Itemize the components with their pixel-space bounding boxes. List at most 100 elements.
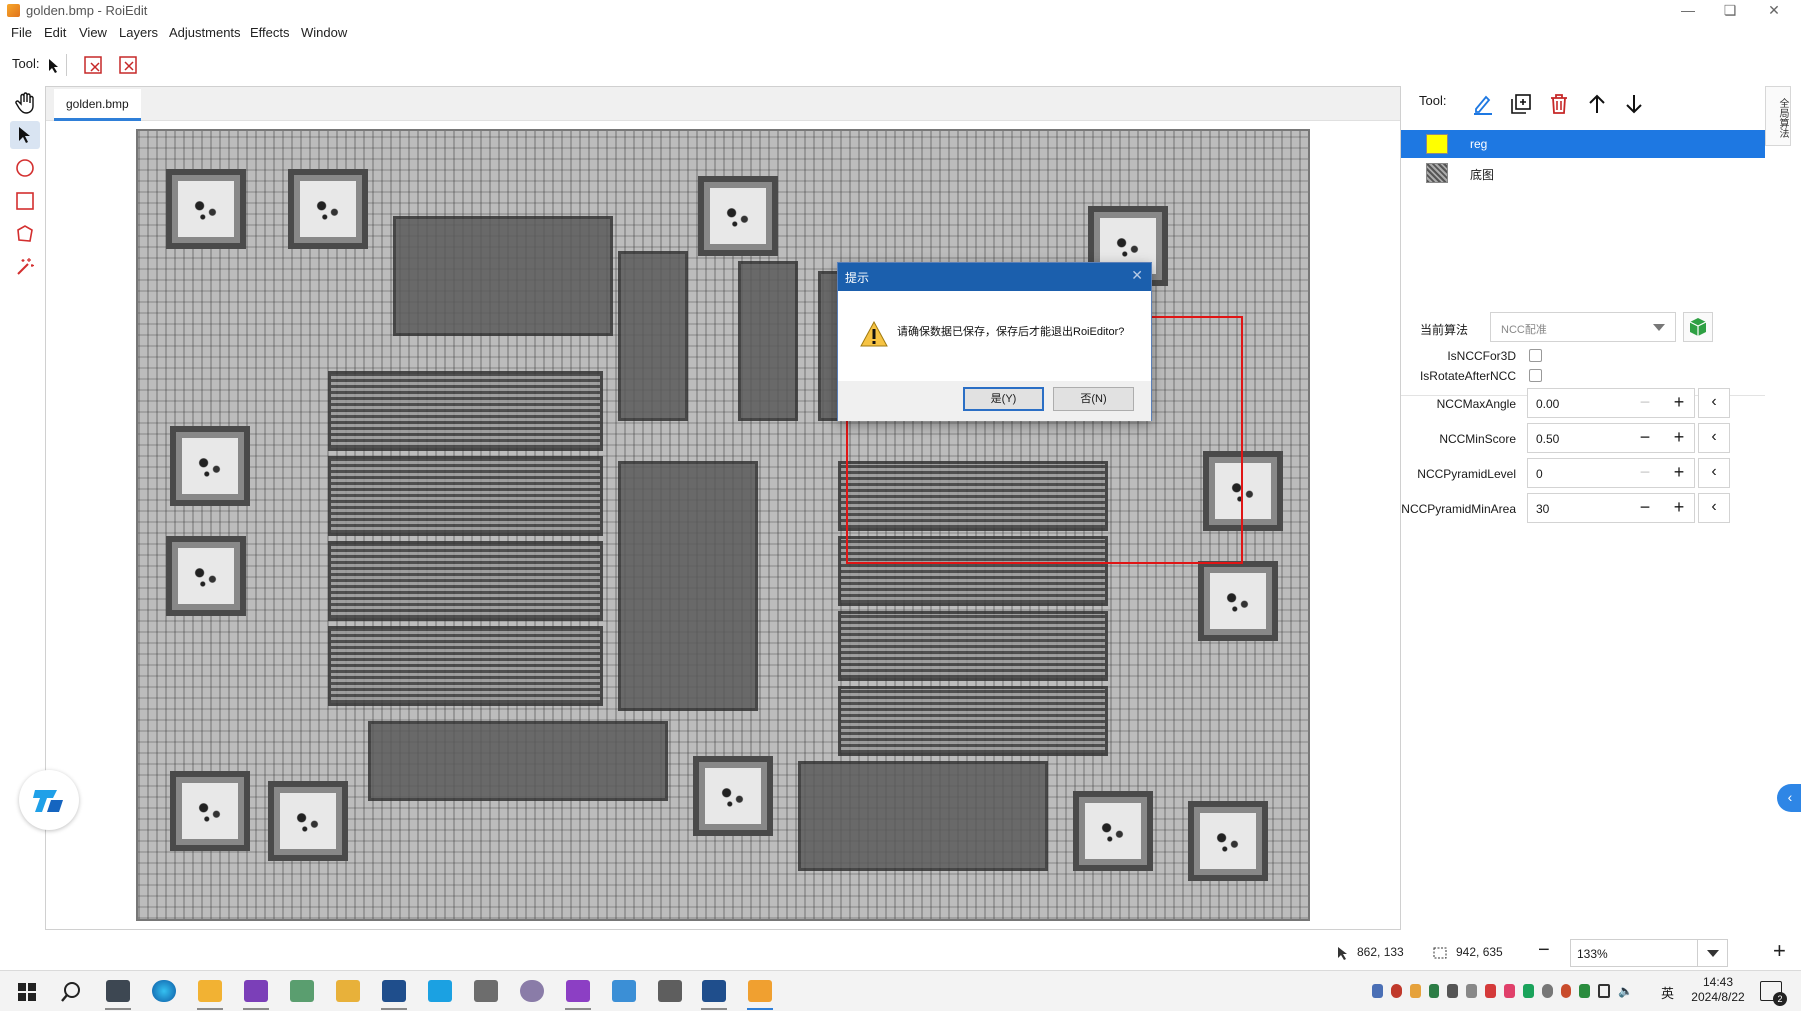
decrement-button[interactable]: −	[1628, 424, 1662, 452]
dialog-close-icon[interactable]: ✕	[1131, 267, 1143, 284]
bond-pad	[170, 771, 250, 851]
delete-selection-icon[interactable]	[119, 56, 137, 74]
bond-pad	[698, 176, 778, 256]
menu-edit[interactable]: Edit	[44, 25, 66, 40]
run-algorithm-button[interactable]	[1683, 312, 1713, 342]
decrement-button[interactable]: −	[1628, 459, 1662, 487]
menu-effects[interactable]: Effects	[250, 25, 290, 40]
system-tray: 🔈	[1372, 984, 1633, 1000]
increment-button[interactable]: +	[1662, 389, 1696, 417]
tray-icon[interactable]	[1541, 984, 1553, 998]
layer-item-reg[interactable]: reg	[1401, 130, 1765, 158]
search-icon[interactable]	[60, 981, 82, 1003]
tray-icon[interactable]	[1560, 984, 1572, 998]
ncc-max-angle-input[interactable]: 0.00 − +	[1527, 388, 1695, 418]
expand-sidebar-button[interactable]: ‹	[1777, 784, 1801, 812]
tray-icon[interactable]	[1485, 984, 1497, 998]
move-up-icon[interactable]	[1583, 90, 1611, 118]
add-layer-icon[interactable]	[1507, 90, 1535, 118]
circuit-block	[328, 541, 603, 621]
increment-button[interactable]: +	[1662, 459, 1696, 487]
ncc-pyramid-level-input[interactable]: 0 − +	[1527, 458, 1695, 488]
tray-icon[interactable]	[1447, 984, 1459, 998]
yes-button[interactable]: 是(Y)	[963, 387, 1044, 411]
app-icon[interactable]	[612, 980, 636, 1002]
camera-app-icon[interactable]	[106, 980, 130, 1002]
tray-icon[interactable]	[1428, 984, 1440, 998]
app-icon[interactable]	[520, 980, 544, 1002]
circuit-block	[618, 251, 688, 421]
tray-icon[interactable]	[1390, 984, 1402, 998]
assistant-app-icon[interactable]	[428, 980, 452, 1002]
folder-icon[interactable]	[336, 980, 360, 1002]
select-tool-icon[interactable]	[10, 121, 40, 149]
rectangle-tool-icon[interactable]	[10, 187, 40, 215]
increment-button[interactable]: +	[1662, 494, 1696, 522]
menu-window[interactable]: Window	[301, 25, 347, 40]
tray-icon[interactable]	[1504, 984, 1515, 998]
reset-button[interactable]: ‹	[1698, 493, 1730, 523]
decrement-button[interactable]: −	[1628, 389, 1662, 417]
global-algorithm-side-tab[interactable]: 全局算法	[1765, 86, 1791, 146]
app-icon[interactable]	[474, 980, 498, 1002]
decrement-button[interactable]: −	[1628, 494, 1662, 522]
taskbar-clock[interactable]: 14:43 2024/8/22	[1688, 975, 1748, 1005]
edge-browser-icon[interactable]	[152, 980, 176, 1002]
algorithm-select[interactable]: NCC配准	[1490, 312, 1676, 342]
is-ncc-for-3d-checkbox[interactable]	[1529, 349, 1542, 362]
zoom-dropdown-button[interactable]	[1697, 940, 1727, 966]
move-down-icon[interactable]	[1620, 90, 1648, 118]
is-rotate-after-ncc-checkbox[interactable]	[1529, 369, 1542, 382]
tray-icon[interactable]	[1372, 984, 1383, 998]
circuit-block	[328, 626, 603, 706]
menu-layers[interactable]: Layers	[119, 25, 158, 40]
clear-selection-icon[interactable]	[84, 56, 102, 74]
menu-file[interactable]: File	[11, 25, 32, 40]
no-button[interactable]: 否(N)	[1053, 387, 1134, 411]
delete-layer-icon[interactable]	[1545, 90, 1573, 118]
menu-adjustments[interactable]: Adjustments	[169, 25, 241, 40]
ncc-max-angle-label: NCCMaxAngle	[1436, 397, 1516, 411]
network-icon[interactable]	[1598, 984, 1611, 998]
tray-icon[interactable]	[1409, 984, 1421, 998]
ellipse-tool-icon[interactable]	[10, 154, 40, 182]
reset-button[interactable]: ‹	[1698, 388, 1730, 418]
app-icon[interactable]	[658, 980, 682, 1002]
hand-tool-icon[interactable]	[10, 89, 40, 117]
close-button[interactable]: ✕	[1754, 0, 1794, 22]
visual-studio-icon[interactable]	[566, 980, 590, 1002]
windows-start-icon[interactable]	[18, 983, 36, 1001]
reset-button[interactable]: ‹	[1698, 423, 1730, 453]
edit-pen-icon[interactable]	[1469, 90, 1497, 118]
document-tab[interactable]: golden.bmp	[54, 89, 141, 121]
visual-studio-icon[interactable]	[244, 980, 268, 1002]
volume-icon[interactable]: 🔈	[1618, 984, 1633, 998]
zoom-out-button[interactable]: −	[1538, 939, 1550, 962]
app-icon[interactable]	[290, 980, 314, 1002]
minimize-button[interactable]: —	[1668, 0, 1708, 22]
reset-button[interactable]: ‹	[1698, 458, 1730, 488]
tray-icon[interactable]	[1579, 984, 1591, 998]
ncc-min-score-input[interactable]: 0.50 − +	[1527, 423, 1695, 453]
vis-app-icon[interactable]	[702, 980, 726, 1002]
menu-view[interactable]: View	[79, 25, 107, 40]
notification-icon[interactable]: 2	[1760, 981, 1787, 1006]
restore-button[interactable]: ❏	[1710, 0, 1750, 22]
ime-indicator[interactable]: 英	[1661, 983, 1674, 1002]
file-explorer-icon[interactable]	[198, 980, 222, 1002]
running-indicator	[381, 1008, 407, 1010]
pointer-icon[interactable]	[47, 58, 61, 74]
vis-app-icon[interactable]	[382, 980, 406, 1002]
polygon-tool-icon[interactable]	[10, 220, 40, 248]
tray-icon[interactable]	[1466, 984, 1478, 998]
layer-item-base[interactable]: 底图	[1401, 159, 1765, 187]
roiedit-app-icon[interactable]	[748, 980, 772, 1002]
ncc-pyramid-min-area-input[interactable]: 30 − +	[1527, 493, 1695, 523]
assistant-float-icon[interactable]	[19, 770, 79, 830]
ncc-pyramid-min-area-label: NCCPyramidMinArea	[1401, 502, 1516, 516]
tray-icon[interactable]	[1522, 984, 1534, 998]
increment-button[interactable]: +	[1662, 424, 1696, 452]
zoom-in-button[interactable]: +	[1773, 938, 1786, 964]
magic-wand-icon[interactable]	[10, 252, 40, 280]
zoom-select[interactable]: 133%	[1570, 939, 1728, 967]
